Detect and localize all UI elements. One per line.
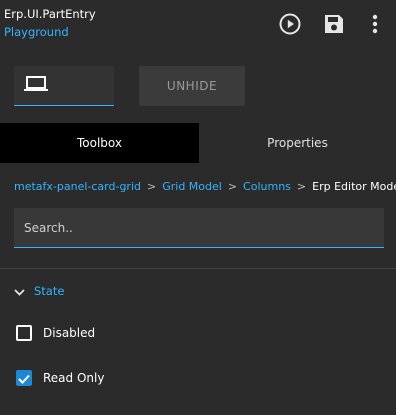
more-vert-icon <box>372 14 378 34</box>
divider <box>0 268 396 269</box>
device-select-button[interactable] <box>14 66 114 106</box>
breadcrumb: metafx-panel-card-grid > Grid Model > Co… <box>14 180 396 193</box>
checkbox-label: Read Only <box>43 371 105 385</box>
save-button[interactable] <box>320 10 348 38</box>
breadcrumb-separator: > <box>227 180 238 193</box>
save-icon <box>323 13 345 35</box>
breadcrumb-separator: > <box>147 180 157 193</box>
breadcrumb-separator: > <box>296 180 307 193</box>
tab-properties[interactable]: Properties <box>199 123 396 163</box>
run-button[interactable] <box>276 10 304 38</box>
app-title: Erp.UI.PartEntry <box>4 7 96 21</box>
chevron-down-icon <box>14 281 25 300</box>
checkmark-icon <box>18 369 30 388</box>
checkbox-label: Disabled <box>43 326 96 340</box>
read-only-checkbox[interactable] <box>16 370 32 386</box>
search-input[interactable] <box>14 208 384 248</box>
breadcrumb-current: Erp Editor Model <box>312 180 396 193</box>
panel-tabs: Toolbox Properties <box>0 123 396 163</box>
breadcrumb-item-grid-model[interactable]: Grid Model <box>162 180 222 193</box>
laptop-icon <box>24 75 48 96</box>
unhide-button[interactable]: UNHIDE <box>139 66 245 106</box>
play-circle-icon <box>279 13 301 35</box>
app-subtitle-link[interactable]: Playground <box>4 25 69 39</box>
section-header-state[interactable]: State <box>14 281 64 300</box>
more-options-button[interactable] <box>361 10 389 38</box>
disabled-checkbox-row[interactable]: Disabled <box>16 325 95 341</box>
breadcrumb-item-columns[interactable]: Columns <box>243 180 291 193</box>
breadcrumb-item-panel[interactable]: metafx-panel-card-grid <box>14 180 141 193</box>
disabled-checkbox[interactable] <box>16 325 32 341</box>
read-only-checkbox-row[interactable]: Read Only <box>16 370 104 386</box>
app-header: Erp.UI.PartEntry Playground <box>0 0 396 48</box>
section-label: State <box>34 283 65 298</box>
tab-toolbox[interactable]: Toolbox <box>0 123 199 163</box>
